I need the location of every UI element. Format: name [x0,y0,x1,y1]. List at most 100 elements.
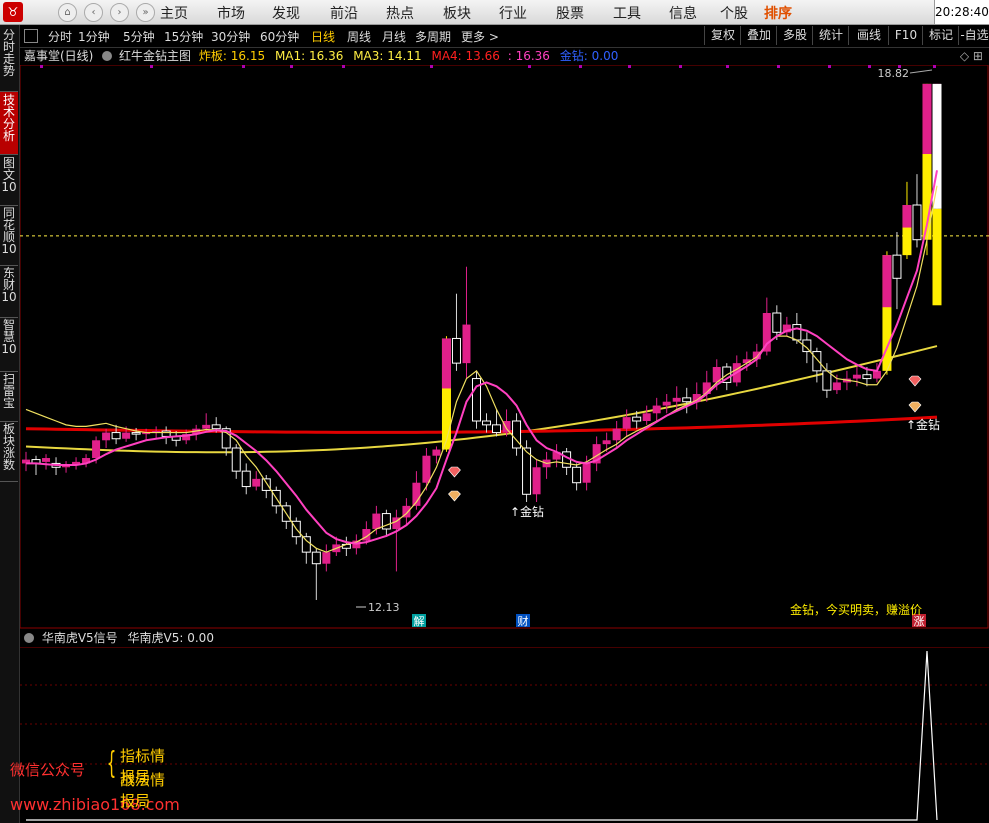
period-tab-9[interactable]: 多周期 [415,28,451,45]
candle-body-41 [432,449,441,456]
candle-body-87 [892,254,902,279]
side-tab-4[interactable]: 东财10 [0,265,18,318]
period-tab-1[interactable]: 1分钟 [78,28,110,45]
period-tab-0[interactable]: 分时 [48,28,72,45]
period-tab-5[interactable]: 60分钟 [260,28,299,45]
cai-badge: 财 [518,614,529,628]
high-price-label: 18.82 [878,67,910,80]
home-icon[interactable]: ⌂ [58,3,77,22]
main-chart-header: 嘉事堂(日线) 红牛金钻主图 炸板: 16.15 MA1: 16.36 MA3:… [20,47,989,65]
candle-upper-90 [922,83,932,155]
back-icon[interactable]: ‹ [84,3,103,22]
candle-body-59 [612,428,621,441]
side-tab-3[interactable]: 同花顺10 [0,205,18,266]
candle-body-28 [301,536,311,553]
side-tab-7[interactable]: 板块涨数 [0,421,18,482]
period-tab-3[interactable]: 15分钟 [164,28,203,45]
menu-item-10[interactable]: 个股 [720,3,748,23]
candle-body-22 [241,470,251,488]
candle-body-46 [482,420,492,426]
clock: 20:28:40 [934,0,989,24]
jinzuan-label-1: ↑金钻 [510,504,544,519]
candle-body-40 [422,455,431,483]
toolbar-button-2[interactable]: 多股 [776,26,813,45]
candle-body-18 [202,424,211,429]
jinzuan-value: 0.00 [591,49,619,63]
period-tab-10[interactable]: 更多 > [461,28,499,45]
candle-body-63 [652,405,661,414]
ma3-value: 14.11 [387,49,422,63]
menu-item-6[interactable]: 行业 [499,3,527,23]
menu-item-3[interactable]: 前沿 [330,3,358,23]
app-logo-icon[interactable]: ♉ [3,2,23,22]
menu-item-5[interactable]: 板块 [443,3,471,23]
period-tab-6[interactable]: 日线 [311,28,335,45]
indicator-name[interactable]: 红牛金钻主图 [119,49,191,63]
toolbar-button-0[interactable]: 复权 [704,26,741,45]
candle-body-51 [532,467,541,495]
top-marker-7 [579,65,582,68]
last-candle-bottom [932,208,942,306]
zhaban-value: 16.15 [230,49,266,63]
menu-item-9[interactable]: 信息 [669,3,697,23]
side-tab-2[interactable]: 图文10 [0,155,18,206]
expand-icon[interactable]: » [136,3,155,22]
period-tab-4[interactable]: 30分钟 [211,28,250,45]
candle-upper-42 [441,338,451,389]
side-tab-6[interactable]: 扫雷宝 [0,371,18,422]
watermark: 微信公众号 { 指标情报局 战法情报局 www.zhibiao168.com [10,745,180,814]
toolbar-button-5[interactable]: F10 [888,26,923,45]
gem-icon-4 [908,401,922,413]
top-marker-0 [40,65,43,68]
candle-body-9 [111,432,121,440]
panel-toggle-icon[interactable] [24,29,38,43]
candle-body-81 [832,382,841,391]
watermark-wechat-label: 微信公众号 [10,761,86,779]
menu-item-1[interactable]: 市场 [217,3,245,23]
menu-item-8[interactable]: 工具 [613,3,641,23]
top-marker-11 [777,65,780,68]
toolbar-button-3[interactable]: 统计 [812,26,849,45]
candle-body-8 [102,432,111,441]
ma4-label: MA4: [431,49,462,63]
top-marker-6 [528,65,531,68]
brace-icon: { [106,746,117,781]
top-menu-bar: ♉ ⌂ ‹ › » 20:28:40 主页 市场 发现 前沿 热点 板块 行业 股票 工具 信息 个… [0,0,989,25]
watermark-item-2: 战法情报局 [120,771,166,810]
gem-icon-3 [908,375,922,387]
candle-body-43 [451,337,461,364]
ma1-label: MA1: [274,49,306,63]
candle-body-65 [672,397,681,402]
high-price-pointer [909,69,933,74]
sub-indicator-dropdown-icon[interactable] [24,633,34,643]
side-tab-0[interactable]: 分时走势 [0,27,18,92]
stock-name[interactable]: 嘉事堂(日线) [24,49,93,63]
indicator-dropdown-icon[interactable] [102,51,113,61]
ma4-value: 13.66 [465,49,500,63]
menu-item-11[interactable]: 排序 [764,3,792,23]
candle-body-77 [792,324,802,341]
candle-body-14 [161,430,171,437]
toolbar-button-4[interactable]: 画线 [848,26,889,45]
menu-item-2[interactable]: 发现 [272,3,300,23]
candle-body-19 [211,424,221,430]
menu-item-4[interactable]: 热点 [386,3,414,23]
period-tab-8[interactable]: 月线 [382,28,406,45]
main-kline-chart[interactable]: ↑金钻↑金钻18.8212.13解财涨金钻，今买明卖，赚溢价 [20,65,989,629]
period-tab-2[interactable]: 5分钟 [123,28,155,45]
candle-upper-86 [882,255,892,308]
forward-icon[interactable]: › [110,3,129,22]
menu-item-0[interactable]: 主页 [160,3,188,23]
top-marker-4 [342,65,345,68]
toolbar-button-6[interactable]: 标记 [922,26,959,45]
chart-settings-icons[interactable]: ◇ ⊞ [960,47,983,65]
jinzuan-label-2: ↑金钻 [906,417,940,432]
sub-indicator-name[interactable]: 华南虎V5信号 [42,631,118,645]
side-tab-5[interactable]: 智慧10 [0,317,18,372]
top-marker-3 [290,65,293,68]
menu-item-7[interactable]: 股票 [556,3,584,23]
side-tab-1[interactable]: 技术分析 [0,92,18,155]
period-tab-7[interactable]: 周线 [347,28,371,45]
toolbar-button-1[interactable]: 叠加 [740,26,777,45]
toolbar-button-7[interactable]: -自选 [958,26,989,45]
